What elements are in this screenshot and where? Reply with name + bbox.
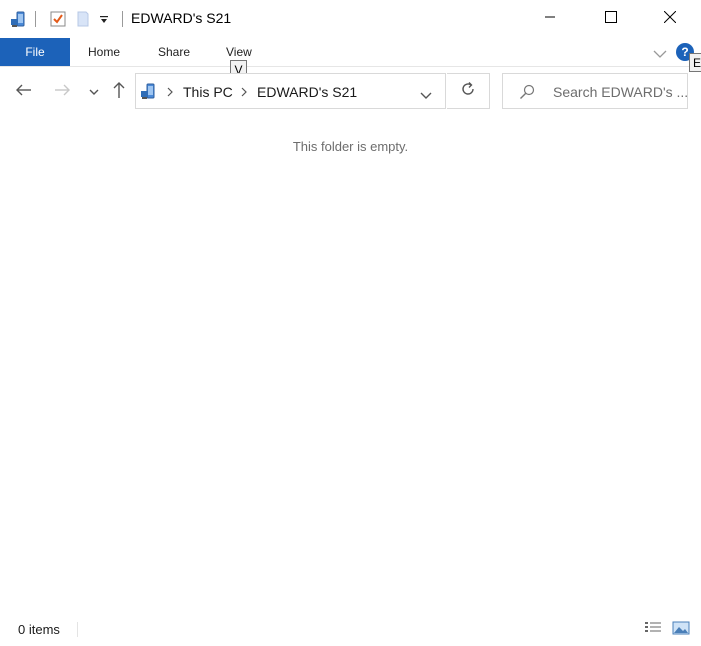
recent-locations-button[interactable] bbox=[82, 80, 106, 104]
maximize-button[interactable] bbox=[582, 0, 640, 38]
ribbon-tabs: File Home Share View bbox=[0, 38, 701, 67]
search-icon bbox=[519, 84, 535, 105]
back-button[interactable] bbox=[12, 80, 36, 104]
divider bbox=[122, 11, 123, 27]
properties-checkmark-icon[interactable] bbox=[49, 10, 67, 33]
address-dropdown-icon[interactable] bbox=[420, 87, 432, 105]
large-icons-view-icon bbox=[672, 621, 690, 640]
maximize-icon bbox=[605, 10, 617, 28]
search-box[interactable]: Search EDWARD's ... bbox=[502, 73, 688, 109]
forward-button[interactable] bbox=[50, 80, 74, 104]
refresh-icon bbox=[460, 81, 476, 102]
tab-home[interactable]: Home bbox=[88, 45, 120, 59]
details-view-button[interactable] bbox=[643, 621, 663, 639]
window-title: EDWARD's S21 bbox=[131, 10, 232, 26]
title-bar: EDWARD's S21 bbox=[0, 0, 701, 38]
tab-view[interactable]: View bbox=[226, 45, 252, 59]
chevron-right-icon[interactable] bbox=[166, 85, 174, 103]
close-icon bbox=[663, 10, 677, 28]
breadcrumb-device[interactable]: EDWARD's S21 bbox=[257, 84, 357, 100]
tab-file[interactable]: File bbox=[0, 38, 70, 66]
chevron-right-icon[interactable] bbox=[240, 85, 248, 103]
chevron-down-icon bbox=[88, 83, 100, 101]
divider bbox=[77, 622, 78, 637]
expand-ribbon-icon[interactable] bbox=[653, 46, 667, 64]
status-item-count: 0 items bbox=[18, 622, 60, 637]
keytip-help: E bbox=[689, 53, 701, 72]
close-button[interactable] bbox=[641, 0, 699, 38]
new-folder-icon[interactable] bbox=[75, 10, 91, 33]
up-button[interactable] bbox=[107, 80, 131, 104]
arrow-up-icon bbox=[112, 81, 126, 104]
tab-share[interactable]: Share bbox=[158, 45, 190, 59]
arrow-right-icon bbox=[53, 83, 71, 102]
search-input[interactable]: Search EDWARD's ... bbox=[553, 84, 688, 100]
large-icons-view-button[interactable] bbox=[671, 621, 691, 639]
minimize-icon bbox=[544, 10, 556, 28]
details-view-icon bbox=[644, 621, 662, 640]
divider bbox=[35, 11, 36, 27]
breadcrumb-this-pc[interactable]: This PC bbox=[183, 84, 233, 100]
customize-dropdown-icon[interactable] bbox=[99, 13, 109, 31]
arrow-left-icon bbox=[15, 83, 33, 102]
address-bar[interactable]: This PC EDWARD's S21 bbox=[135, 73, 446, 109]
empty-folder-message: This folder is empty. bbox=[292, 139, 409, 154]
phone-device-icon bbox=[9, 10, 29, 35]
phone-device-icon bbox=[139, 82, 159, 107]
refresh-button[interactable] bbox=[447, 73, 490, 109]
minimize-button[interactable] bbox=[521, 0, 579, 38]
